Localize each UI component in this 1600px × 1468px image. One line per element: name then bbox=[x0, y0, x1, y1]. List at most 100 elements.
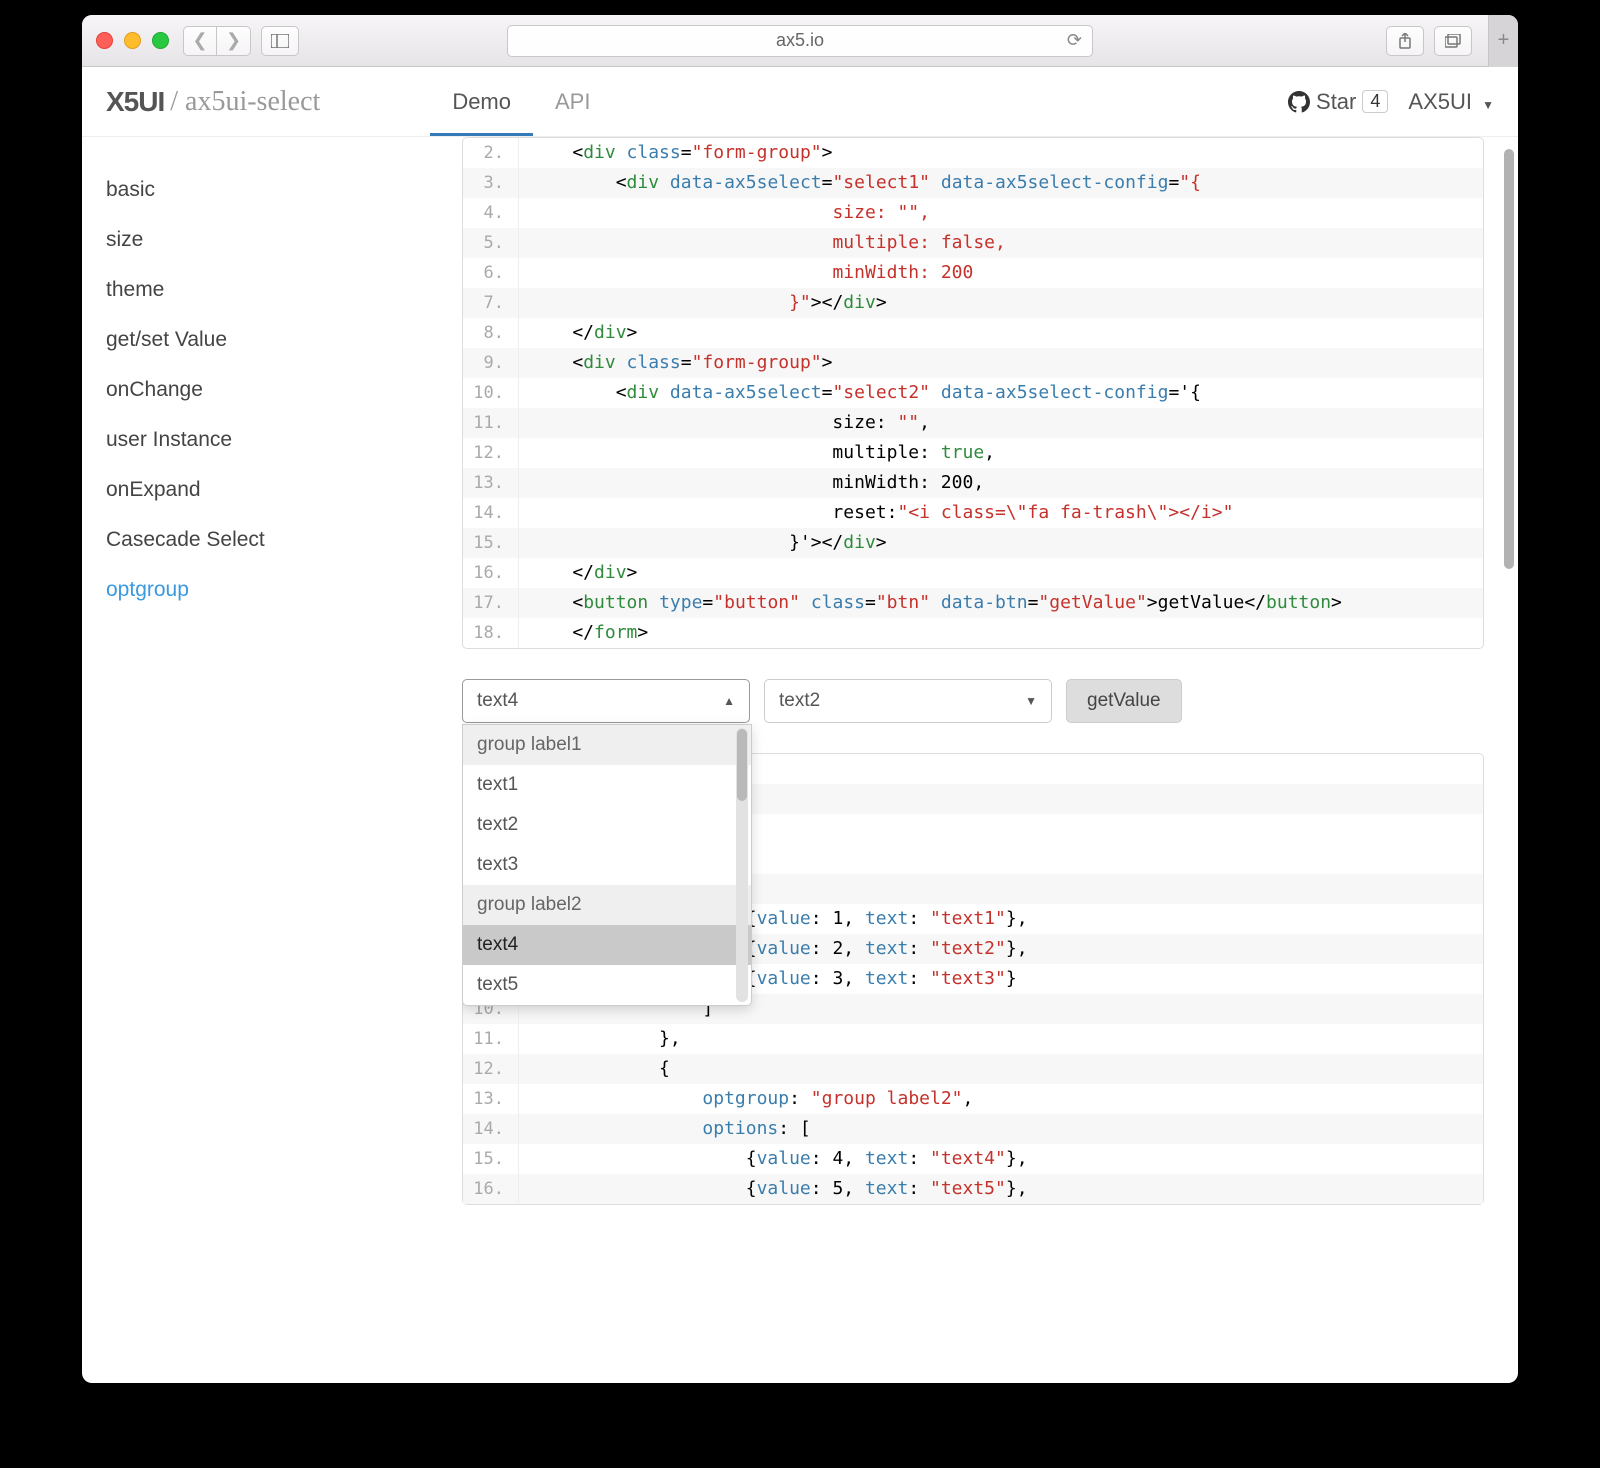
github-star-button[interactable]: Star 4 bbox=[1288, 89, 1388, 115]
code-line: 3. <div data-ax5select="select1" data-ax… bbox=[463, 168, 1483, 198]
address-bar[interactable]: ax5.io ⟳ bbox=[507, 25, 1093, 57]
share-icon bbox=[1398, 33, 1412, 49]
back-button[interactable]: ❮ bbox=[183, 26, 217, 56]
code-text: <div data-ax5select="select2" data-ax5se… bbox=[519, 378, 1483, 408]
optgroup-label: group label1 bbox=[463, 725, 751, 765]
code-text: </div> bbox=[519, 318, 1483, 348]
code-text: { bbox=[519, 1054, 1483, 1084]
code-text: }, bbox=[519, 1024, 1483, 1054]
line-number: 7. bbox=[463, 288, 519, 318]
code-text: options: [ bbox=[519, 1114, 1483, 1144]
code-line: 2. <div class="form-group"> bbox=[463, 138, 1483, 168]
select-2[interactable]: text2 ▼ bbox=[764, 679, 1052, 723]
github-star-label: Star bbox=[1316, 89, 1356, 115]
code-line: 5. multiple: false, bbox=[463, 228, 1483, 258]
caret-down-icon: ▼ bbox=[1025, 694, 1037, 708]
traffic-lights bbox=[96, 32, 169, 49]
select-2-value: text2 bbox=[779, 690, 820, 712]
getvalue-button[interactable]: getValue bbox=[1066, 679, 1182, 723]
logo-mark: X5UI bbox=[106, 86, 164, 118]
sidebar-item-userinstance[interactable]: user Instance bbox=[106, 415, 438, 465]
code-text: {value: 5, text: "text5"}, bbox=[519, 1174, 1483, 1204]
select-1[interactable]: text4 ▲ group label1text1text2text3group… bbox=[462, 679, 750, 723]
line-number: 18. bbox=[463, 618, 519, 648]
code-line: 13. optgroup: "group label2", bbox=[463, 1084, 1483, 1114]
code-line: 8. </div> bbox=[463, 318, 1483, 348]
forward-button[interactable]: ❯ bbox=[217, 26, 251, 56]
code-line: 17. <button type="button" class="btn" da… bbox=[463, 588, 1483, 618]
code-text: size: "", bbox=[519, 408, 1483, 438]
close-window-icon[interactable] bbox=[96, 32, 113, 49]
line-number: 15. bbox=[463, 1144, 519, 1174]
share-button[interactable] bbox=[1386, 26, 1424, 56]
line-number: 10. bbox=[463, 378, 519, 408]
sidebar-item-size[interactable]: size bbox=[106, 215, 438, 265]
code-text: }'></div> bbox=[519, 528, 1483, 558]
line-number: 13. bbox=[463, 468, 519, 498]
line-number: 5. bbox=[463, 228, 519, 258]
code-line: 13. minWidth: 200, bbox=[463, 468, 1483, 498]
tab-api[interactable]: API bbox=[533, 68, 612, 136]
line-number: 4. bbox=[463, 198, 519, 228]
page-header: X5UI / ax5ui-select Demo API Star 4 AX5U… bbox=[82, 67, 1518, 137]
line-number: 16. bbox=[463, 558, 519, 588]
code-text: minWidth: 200, bbox=[519, 468, 1483, 498]
sidebar-item-onexpand[interactable]: onExpand bbox=[106, 465, 438, 515]
option-item[interactable]: text4 bbox=[463, 925, 751, 965]
code-text: size: "", bbox=[519, 198, 1483, 228]
reload-icon[interactable]: ⟳ bbox=[1067, 30, 1082, 51]
code-line: 15. {value: 4, text: "text4"}, bbox=[463, 1144, 1483, 1174]
line-number: 9. bbox=[463, 348, 519, 378]
code-line: 15. }'></div> bbox=[463, 528, 1483, 558]
new-tab-button[interactable]: + bbox=[1488, 15, 1518, 67]
tabs-icon bbox=[1445, 34, 1461, 48]
line-number: 14. bbox=[463, 498, 519, 528]
code-line: 6. minWidth: 200 bbox=[463, 258, 1483, 288]
line-number: 12. bbox=[463, 1054, 519, 1084]
code-text: </form> bbox=[519, 618, 1483, 648]
option-item[interactable]: text2 bbox=[463, 805, 751, 845]
page-scrollbar[interactable] bbox=[1504, 149, 1514, 569]
sidebar-icon bbox=[271, 34, 289, 48]
option-item[interactable]: text5 bbox=[463, 965, 751, 1005]
logo-subtitle: / ax5ui-select bbox=[170, 86, 320, 118]
logo[interactable]: X5UI / ax5ui-select bbox=[106, 86, 320, 118]
nav-tabs: Demo API bbox=[430, 68, 612, 136]
github-star-count: 4 bbox=[1362, 90, 1388, 113]
maximize-window-icon[interactable] bbox=[152, 32, 169, 49]
sidebar-item-cascade[interactable]: Casecade Select bbox=[106, 515, 438, 565]
url-text: ax5.io bbox=[776, 30, 824, 51]
show-sidebar-button[interactable] bbox=[261, 26, 299, 56]
browser-window: ❮ ❯ ax5.io ⟳ + X5UI / ax5ui-select Demo … bbox=[82, 15, 1518, 1383]
sidebar-item-onchange[interactable]: onChange bbox=[106, 365, 438, 415]
sidebar-item-theme[interactable]: theme bbox=[106, 265, 438, 315]
code-line: 10. <div data-ax5select="select2" data-a… bbox=[463, 378, 1483, 408]
code-text: multiple: false, bbox=[519, 228, 1483, 258]
code-text: reset:"<i class=\"fa fa-trash\"></i>" bbox=[519, 498, 1483, 528]
select-1-dropdown: group label1text1text2text3group label2t… bbox=[462, 724, 752, 1006]
code-text: <button type="button" class="btn" data-b… bbox=[519, 588, 1483, 618]
option-item[interactable]: text1 bbox=[463, 765, 751, 805]
code-line: 9. <div class="form-group"> bbox=[463, 348, 1483, 378]
code-line: 12. { bbox=[463, 1054, 1483, 1084]
tab-demo[interactable]: Demo bbox=[430, 68, 533, 136]
select-demo-row: text4 ▲ group label1text1text2text3group… bbox=[462, 679, 1484, 723]
option-item[interactable]: text3 bbox=[463, 845, 751, 885]
code-line: 11. }, bbox=[463, 1024, 1483, 1054]
github-icon bbox=[1288, 91, 1310, 113]
chevron-down-icon: ▼ bbox=[1482, 98, 1494, 112]
minimize-window-icon[interactable] bbox=[124, 32, 141, 49]
ax5ui-dropdown[interactable]: AX5UI ▼ bbox=[1408, 89, 1494, 115]
code-line: 4. size: "", bbox=[463, 198, 1483, 228]
tabs-button[interactable] bbox=[1434, 26, 1472, 56]
line-number: 3. bbox=[463, 168, 519, 198]
code-text: <div data-ax5select="select1" data-ax5se… bbox=[519, 168, 1483, 198]
sidebar-item-basic[interactable]: basic bbox=[106, 165, 438, 215]
dropdown-scrollbar[interactable] bbox=[736, 728, 748, 1002]
sidebar-item-optgroup[interactable]: optgroup bbox=[106, 565, 438, 615]
line-number: 6. bbox=[463, 258, 519, 288]
title-bar: ❮ ❯ ax5.io ⟳ + bbox=[82, 15, 1518, 67]
sidebar-item-getset[interactable]: get/set Value bbox=[106, 315, 438, 365]
code-text: <div class="form-group"> bbox=[519, 348, 1483, 378]
code-text: </div> bbox=[519, 558, 1483, 588]
